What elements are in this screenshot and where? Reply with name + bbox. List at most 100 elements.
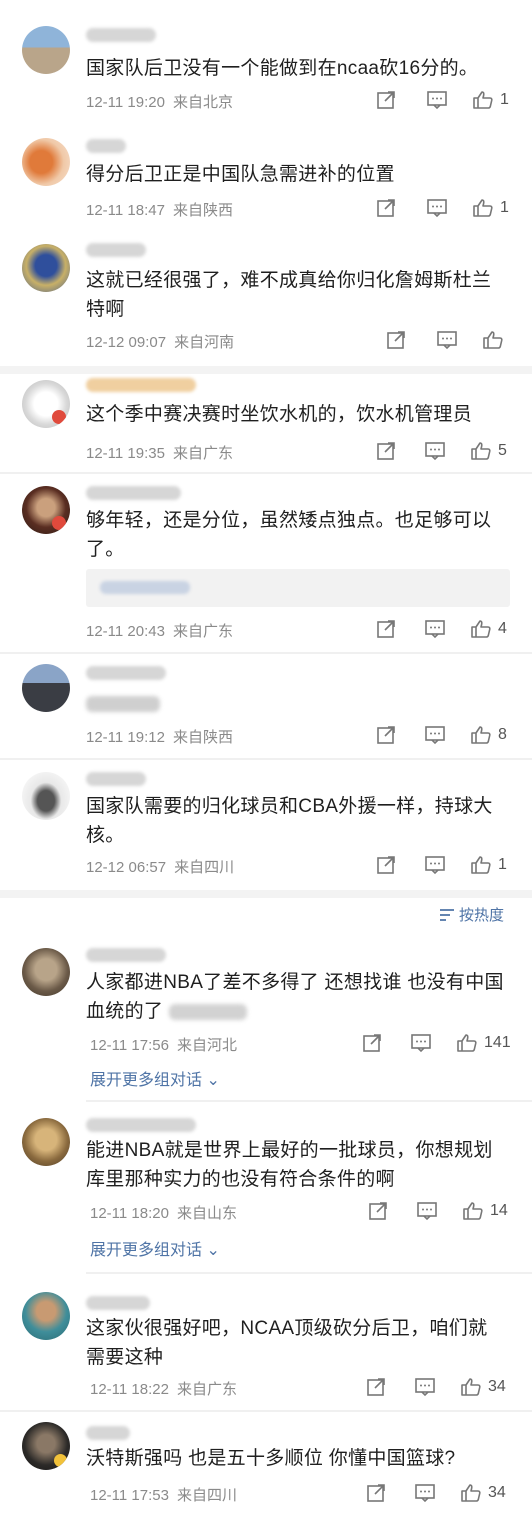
username[interactable] (86, 28, 156, 42)
username[interactable] (86, 948, 166, 962)
avatar[interactable] (22, 244, 70, 292)
username[interactable] (86, 1118, 196, 1132)
share-icon[interactable] (386, 329, 406, 351)
avatar[interactable] (22, 1292, 70, 1340)
comment-icon[interactable] (436, 329, 458, 351)
timestamp: 12-11 19:12 (86, 729, 165, 746)
share-icon[interactable] (366, 1376, 386, 1398)
comment-text: 能进NBA就是世界上最好的一批球员，你想规划库里那种实力的也没有符合条件的啊 (86, 1140, 493, 1190)
comment-meta: 12-11 18:47 来自陕西 1 (86, 197, 516, 219)
location: 来自河南 (174, 334, 235, 351)
expand-conversation-link[interactable]: 展开更多组对话 ⌄ (90, 1066, 220, 1090)
comment-meta: 12-11 17:53 来自四川 34 (90, 1482, 516, 1504)
username[interactable] (86, 1426, 130, 1440)
comment-icon[interactable] (426, 197, 448, 219)
username[interactable] (86, 486, 181, 500)
comment-text: 得分后卫正是中国队急需进补的位置 (86, 164, 395, 185)
sort-label: 按热度 (458, 907, 504, 924)
username[interactable] (86, 772, 146, 786)
like-count: 4 (498, 620, 507, 637)
username[interactable] (86, 139, 126, 153)
timestamp: 12-11 17:56 (90, 1037, 169, 1054)
location: 来自广东 (172, 623, 233, 640)
share-icon[interactable] (376, 89, 396, 111)
comment-icon[interactable] (424, 440, 446, 462)
comment-text: 国家队需要的归化球员和CBA外援一样，持球大核。 (86, 796, 493, 846)
share-icon[interactable] (376, 854, 396, 876)
avatar[interactable] (22, 486, 70, 534)
timestamp: 12-12 06:57 (86, 859, 167, 876)
comment-text-body: 人家都进NBA了差不多得了 还想找谁 也没有中国血统的了 (86, 972, 504, 1022)
avatar[interactable] (22, 380, 70, 428)
like-count: 1 (498, 856, 507, 873)
timestamp: 12-11 18:22 (90, 1381, 169, 1398)
comment-text: 这就已经很强了，难不成真给你归化詹姆斯杜兰特啊 (86, 270, 492, 320)
comment-meta: 12-11 19:35 来自广东 5 (86, 440, 516, 462)
sort-by-hot-button[interactable]: 按热度 (439, 904, 504, 925)
share-icon[interactable] (376, 724, 396, 746)
share-icon[interactable] (376, 440, 396, 462)
username[interactable] (86, 243, 146, 257)
like-button[interactable]: 14 (462, 1200, 508, 1222)
like-button[interactable] (482, 329, 510, 351)
sort-lines-icon (439, 908, 454, 921)
comment-icon[interactable] (424, 724, 446, 746)
chevron-down-icon: ⌄ (202, 1072, 220, 1089)
comment-text (86, 690, 504, 716)
comment-icon[interactable] (416, 1200, 438, 1222)
comment-meta: 12-12 09:07 来自河南 (86, 329, 516, 351)
comment-icon[interactable] (424, 618, 446, 640)
share-icon[interactable] (376, 197, 396, 219)
thumbs-up-icon (471, 442, 491, 460)
like-button[interactable]: 34 (460, 1482, 506, 1504)
comment-meta: 12-12 06:57 来自四川 1 (86, 854, 516, 876)
expand-conversation-link[interactable]: 展开更多组对话 ⌄ (90, 1236, 220, 1260)
like-count: 34 (488, 1484, 506, 1501)
share-icon[interactable] (366, 1482, 386, 1504)
like-button[interactable]: 34 (460, 1376, 506, 1398)
section-divider (0, 1410, 532, 1412)
username[interactable] (86, 1296, 150, 1310)
timestamp: 12-11 19:20 (86, 94, 165, 111)
section-divider (0, 758, 532, 760)
like-button[interactable]: 1 (472, 197, 509, 219)
thumbs-up-icon (461, 1484, 481, 1502)
username[interactable] (86, 666, 166, 680)
comment-icon[interactable] (414, 1376, 436, 1398)
like-count: 8 (498, 726, 507, 743)
like-button[interactable]: 4 (470, 618, 507, 640)
comment-icon[interactable] (426, 89, 448, 111)
section-divider (0, 366, 532, 374)
like-button[interactable]: 5 (470, 440, 507, 462)
thumbs-up-icon (461, 1378, 481, 1396)
location: 来自广东 (176, 1381, 237, 1398)
timestamp: 12-11 20:43 (86, 623, 165, 640)
like-count: 1 (500, 91, 509, 108)
comment-icon[interactable] (414, 1482, 436, 1504)
like-count: 1 (500, 199, 509, 216)
avatar[interactable] (22, 664, 70, 712)
avatar[interactable] (22, 1422, 70, 1470)
thumbs-up-icon (471, 726, 491, 744)
like-button[interactable]: 8 (470, 724, 507, 746)
thumbs-up-icon (471, 856, 491, 874)
avatar[interactable] (22, 772, 70, 820)
expand-label: 展开更多组对话 (90, 1072, 203, 1089)
avatar[interactable] (22, 138, 70, 186)
timestamp: 12-12 09:07 (86, 334, 167, 351)
avatar[interactable] (22, 1118, 70, 1166)
avatar[interactable] (22, 948, 70, 996)
share-icon[interactable] (376, 618, 396, 640)
reply-preview[interactable] (86, 569, 510, 607)
username[interactable] (86, 378, 196, 392)
comment-icon[interactable] (424, 854, 446, 876)
share-icon[interactable] (362, 1032, 382, 1054)
share-icon[interactable] (368, 1200, 388, 1222)
like-button[interactable]: 1 (470, 854, 507, 876)
comment-icon[interactable] (410, 1032, 432, 1054)
like-button[interactable]: 1 (472, 89, 509, 111)
like-count: 5 (498, 442, 507, 459)
like-button[interactable]: 141 (456, 1032, 511, 1054)
location: 来自山东 (176, 1205, 237, 1222)
avatar[interactable] (22, 26, 70, 74)
